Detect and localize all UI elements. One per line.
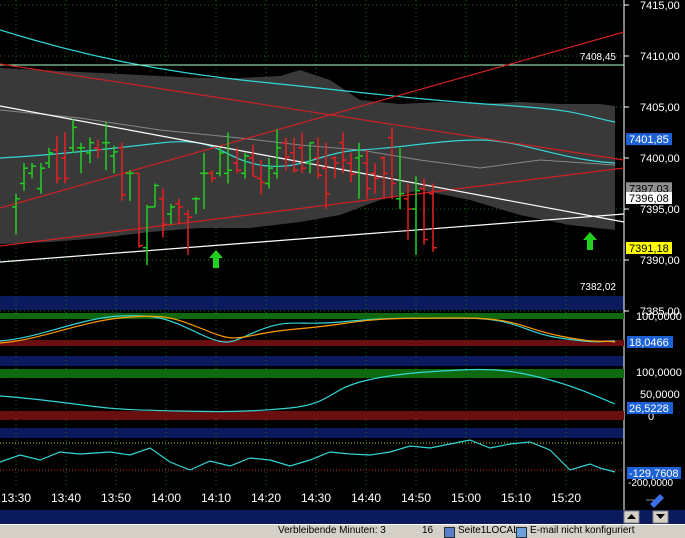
y-tick-label: 7415,00: [640, 0, 680, 12]
ind1-value-tag: 18,0466: [629, 337, 669, 349]
price-tag-text: 7391,18: [629, 243, 669, 255]
remaining-minutes: Verbleibende Minuten: 3: [278, 525, 386, 536]
scroll-up-arrow-icon[interactable]: [623, 510, 640, 524]
price-tag-white: 7396,08: [626, 191, 672, 205]
y-tick-label: 7390,00: [640, 255, 680, 267]
status-email: E-mail nicht konfiguriert: [530, 525, 635, 536]
y-tick-label: 7410,00: [640, 51, 680, 63]
scrollbar-track[interactable]: [0, 510, 685, 524]
status-page[interactable]: Seite1: [458, 525, 486, 536]
ind3-tick-label: -200,0000: [628, 478, 673, 489]
time-axis-label: 13:40: [51, 491, 81, 505]
status-bar: Verbleibende Minuten: 3 16 Seite1 LOCAL …: [0, 524, 685, 538]
time-axis-label: 14:00: [151, 491, 181, 505]
ind1-tick-label: 100,0000: [636, 311, 682, 323]
time-axis-label: 14:30: [301, 491, 331, 505]
y-tick-label: 7400,00: [640, 153, 680, 165]
pane-separator-3[interactable]: [0, 428, 685, 438]
ind2-value-tag: 26,5228: [629, 403, 669, 415]
price-tag-blue: 7401,85: [626, 133, 672, 146]
price-tag-yellow: 7391,18: [626, 241, 672, 255]
overbought-zone: [0, 313, 624, 319]
y-tick-label: 7395,00: [640, 204, 680, 216]
y-tick-label: 7405,00: [640, 102, 680, 114]
pane-separator-1[interactable]: [0, 296, 685, 310]
ind2-tick-label: 100,0000: [636, 367, 682, 379]
price-tag-text: 7401,85: [629, 134, 669, 146]
indicator-pane-3[interactable]: [0, 438, 624, 488]
time-axis-label: 13:50: [101, 491, 131, 505]
level-label-lower: 7382,02: [580, 282, 617, 293]
time-axis-label: 15:10: [501, 491, 531, 505]
time-axis-label: 15:20: [551, 491, 581, 505]
level-label-upper: 7408,45: [580, 52, 617, 63]
pane-separator-2[interactable]: [0, 356, 685, 366]
ind2-tick-label: 50,0000: [640, 389, 680, 401]
time-axis-label: 14:10: [201, 491, 231, 505]
time-axis-label: 13:30: [1, 491, 31, 505]
chart-window: 7415,00 7410,00 7405,00 7400,00 7395,00 7390,…: [0, 0, 685, 538]
ind2-upper-zone: [0, 369, 624, 378]
ind2-lower-zone: [0, 411, 624, 420]
chart-canvas[interactable]: 7415,00 7410,00 7405,00 7400,00 7395,00 7390,…: [0, 0, 685, 524]
status-mode: LOCAL: [486, 525, 519, 536]
status-count: 16: [422, 525, 434, 536]
price-tag-text: 7396,08: [629, 193, 669, 205]
scroll-down-arrow-icon[interactable]: [652, 510, 669, 524]
time-axis-label: 14:50: [401, 491, 431, 505]
time-axis-label: 14:40: [351, 491, 381, 505]
time-axis-label: 14:20: [251, 491, 281, 505]
oversold-zone: [0, 340, 624, 346]
time-axis-label: 15:00: [451, 491, 481, 505]
